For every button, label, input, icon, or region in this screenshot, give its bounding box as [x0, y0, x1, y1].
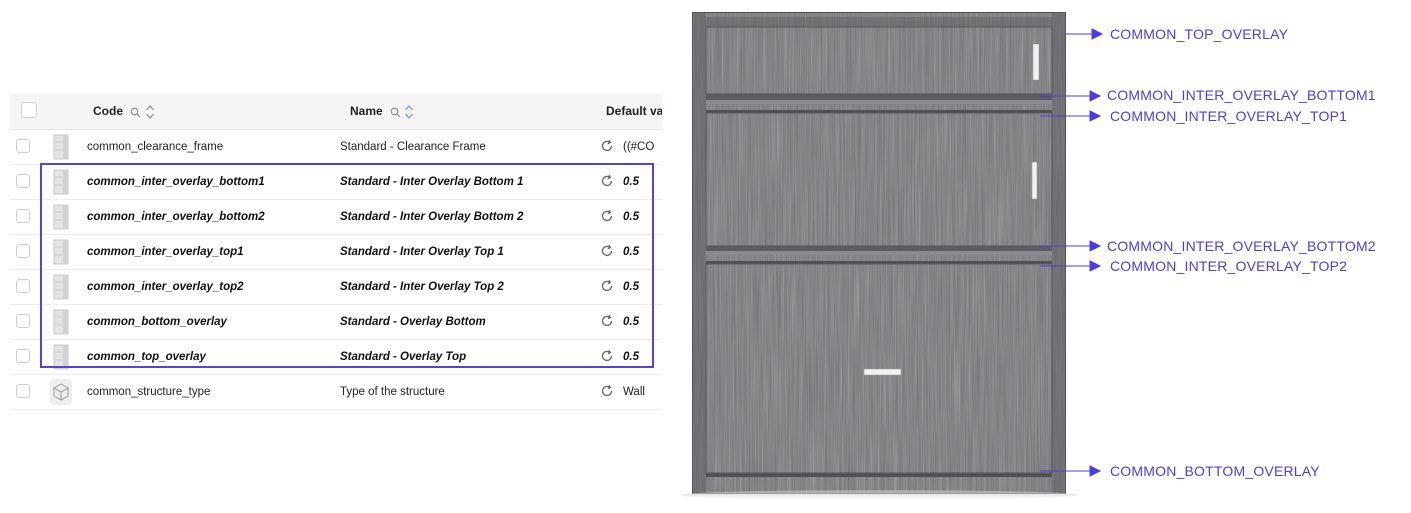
refresh-icon[interactable] — [600, 314, 614, 328]
row-code: common_inter_overlay_top1 — [87, 246, 244, 258]
cabinet-render — [692, 12, 1066, 494]
cabinet-thumbnail-icon — [53, 239, 69, 265]
table-row[interactable]: common_inter_overlay_top2 Standard - Inte… — [10, 270, 662, 305]
refresh-icon[interactable] — [600, 139, 614, 153]
sort-icon[interactable] — [145, 104, 155, 120]
cabinet-thumbnail-icon — [53, 134, 69, 160]
refresh-icon[interactable] — [600, 174, 614, 188]
row-code: common_inter_overlay_bottom1 — [87, 176, 265, 188]
row-default-value[interactable]: 0.5 — [623, 280, 663, 294]
row-code: common_top_overlay — [87, 351, 206, 363]
row-default-value[interactable]: Wall — [623, 385, 663, 399]
table-row[interactable]: common_inter_overlay_bottom2 Standard - I… — [10, 200, 662, 235]
row-name: Standard - Inter Overlay Bottom 1 — [340, 176, 524, 188]
table-row[interactable]: common_bottom_overlay Standard - Overlay … — [10, 305, 662, 340]
label-inter-overlay-top2: COMMON_INTER_OVERLAY_TOP2 — [1110, 258, 1348, 274]
label-inter-overlay-bottom2: COMMON_INTER_OVERLAY_BOTTOM2 — [1107, 238, 1376, 254]
search-icon[interactable] — [130, 107, 141, 118]
table-row[interactable]: common_top_overlay Standard - Overlay Top… — [10, 340, 662, 375]
label-inter-overlay-bottom1: COMMON_INTER_OVERLAY_BOTTOM1 — [1107, 87, 1376, 103]
column-header-default[interactable]: Default va — [606, 104, 662, 118]
sort-icon[interactable] — [404, 104, 414, 120]
column-header-name-label: Name — [350, 104, 383, 119]
row-default-value[interactable]: ((#CO — [623, 140, 663, 154]
cabinet-thumbnail-icon — [53, 309, 69, 335]
cabinet-thumbnail-icon — [53, 274, 69, 300]
row-default-value[interactable]: 0.5 — [623, 210, 663, 224]
table-row[interactable]: common_inter_overlay_bottom1 Standard - I… — [10, 165, 662, 200]
row-name: Standard - Inter Overlay Top 1 — [340, 246, 504, 258]
row-name: Standard - Overlay Top — [340, 351, 467, 363]
table-row[interactable]: common_inter_overlay_top1 Standard - Inte… — [10, 235, 662, 270]
refresh-icon[interactable] — [600, 349, 614, 363]
cabinet-thumbnail-icon — [53, 169, 69, 195]
row-code: common_clearance_frame — [87, 141, 224, 153]
table-header: Code Name Default va — [10, 93, 662, 130]
table-row[interactable]: common_clearance_frame Standard - Clearan… — [10, 130, 662, 165]
refresh-icon[interactable] — [600, 244, 614, 258]
row-checkbox[interactable] — [16, 314, 30, 328]
row-checkbox[interactable] — [16, 244, 30, 258]
row-name: Standard - Clearance Frame — [340, 141, 486, 153]
row-checkbox[interactable] — [16, 279, 30, 293]
cabinet-thumbnail-icon — [53, 204, 69, 230]
row-default-value[interactable]: 0.5 — [623, 350, 663, 364]
select-all-checkbox[interactable] — [21, 102, 37, 118]
label-inter-overlay-top1: COMMON_INTER_OVERLAY_TOP1 — [1110, 108, 1348, 124]
row-checkbox[interactable] — [16, 349, 30, 363]
label-top-overlay: COMMON_TOP_OVERLAY — [1110, 26, 1289, 42]
column-header-name[interactable]: Name — [350, 104, 414, 120]
row-name: Standard - Inter Overlay Top 2 — [340, 281, 504, 293]
row-default-value[interactable]: 0.5 — [623, 315, 663, 329]
row-name: Standard - Overlay Bottom — [340, 316, 486, 328]
row-name: Standard - Inter Overlay Bottom 2 — [340, 211, 524, 223]
row-checkbox[interactable] — [16, 139, 30, 153]
column-header-code[interactable]: Code — [93, 104, 155, 120]
refresh-icon[interactable] — [600, 209, 614, 223]
row-checkbox[interactable] — [16, 384, 30, 398]
cabinet-shadow — [680, 490, 1078, 500]
label-bottom-overlay: COMMON_BOTTOM_OVERLAY — [1110, 463, 1320, 479]
row-default-value[interactable]: 0.5 — [623, 175, 663, 189]
row-code: common_structure_type — [87, 386, 211, 398]
refresh-icon[interactable] — [600, 384, 614, 398]
row-default-value[interactable]: 0.5 — [623, 245, 663, 259]
column-header-code-label: Code — [93, 104, 123, 119]
parameters-table: Code Name Default va common_clearance_fr… — [10, 93, 662, 410]
row-code: common_inter_overlay_bottom2 — [87, 211, 265, 223]
cabinet-thumbnail-icon — [53, 344, 69, 370]
refresh-icon[interactable] — [600, 279, 614, 293]
cube-icon — [50, 379, 72, 405]
row-code: common_inter_overlay_top2 — [87, 281, 244, 293]
row-code: common_bottom_overlay — [87, 316, 227, 328]
row-checkbox[interactable] — [16, 209, 30, 223]
row-name: Type of the structure — [340, 386, 445, 398]
table-row[interactable]: common_structure_type Type of the structu… — [10, 375, 662, 410]
search-icon[interactable] — [390, 107, 401, 118]
row-checkbox[interactable] — [16, 174, 30, 188]
